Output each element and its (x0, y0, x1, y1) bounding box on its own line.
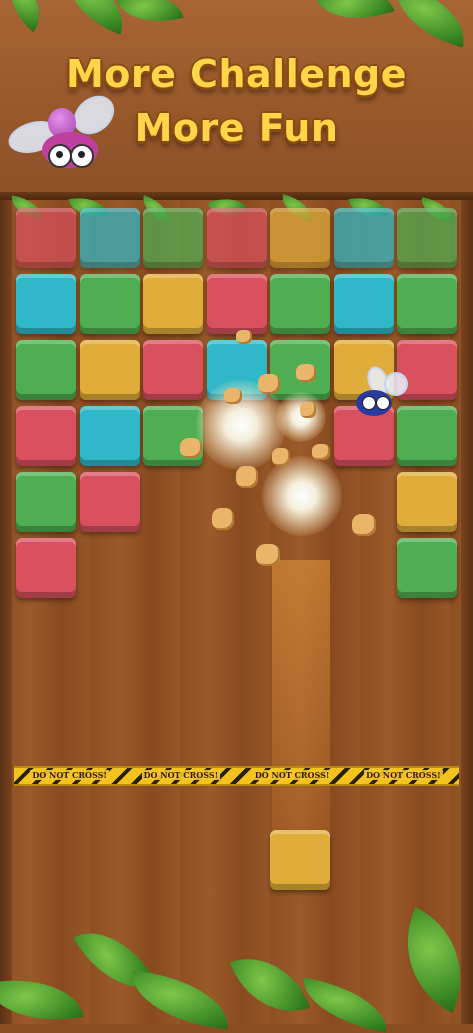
debris-chip (312, 444, 330, 460)
block-green[interactable] (143, 208, 203, 268)
debris-chip (296, 364, 316, 382)
block-red[interactable] (16, 208, 76, 268)
board-frame-right (461, 200, 473, 1024)
block-yellow[interactable] (270, 208, 330, 268)
block-yellow[interactable] (397, 472, 457, 532)
block-green[interactable] (16, 340, 76, 400)
block-red[interactable] (206, 208, 267, 268)
debris-chip (258, 374, 280, 394)
block-cyan[interactable] (79, 208, 140, 268)
block-yellow[interactable] (143, 274, 203, 334)
falling-block[interactable] (270, 830, 330, 890)
tape-label: DO NOT CROSS! (30, 770, 109, 780)
explosion-burst (276, 392, 326, 442)
tape-label: DO NOT CROSS! (364, 770, 443, 780)
title-line-1: More Challenge (65, 52, 408, 96)
debris-chip (212, 508, 234, 530)
block-green[interactable] (16, 472, 76, 532)
block-red[interactable] (143, 340, 203, 400)
debris-chip (256, 544, 280, 566)
debris-chip (236, 330, 252, 344)
wing-icon (384, 372, 408, 396)
tape-label: DO NOT CROSS! (252, 770, 332, 780)
block-red[interactable] (206, 274, 267, 334)
block-cyan[interactable] (16, 274, 76, 334)
bug-mascot-board (348, 363, 408, 426)
bug-mascot-header (5, 87, 122, 192)
block-cyan[interactable] (79, 406, 140, 466)
block-green[interactable] (270, 274, 330, 334)
block-green[interactable] (397, 208, 457, 268)
block-red[interactable] (16, 538, 76, 598)
debris-chip (352, 514, 376, 536)
board-frame-left (0, 200, 12, 1024)
tape-label: DO NOT CROSS! (141, 770, 221, 780)
block-yellow[interactable] (79, 340, 140, 400)
debris-chip (272, 448, 290, 466)
block-red[interactable] (16, 406, 76, 466)
debris-chip (224, 388, 242, 404)
explosion-burst (262, 456, 342, 536)
drop-column-highlight (272, 560, 330, 840)
block-green[interactable] (79, 274, 140, 334)
block-red[interactable] (79, 472, 140, 532)
block-green[interactable] (397, 274, 457, 334)
debris-chip (300, 402, 316, 418)
debris-chip (236, 466, 258, 488)
block-green[interactable] (397, 538, 457, 598)
block-cyan[interactable] (333, 208, 394, 268)
debris-chip (180, 438, 202, 458)
block-cyan[interactable] (333, 274, 394, 334)
danger-line-labels: DO NOT CROSS! DO NOT CROSS! DO NOT CROSS… (14, 767, 459, 783)
